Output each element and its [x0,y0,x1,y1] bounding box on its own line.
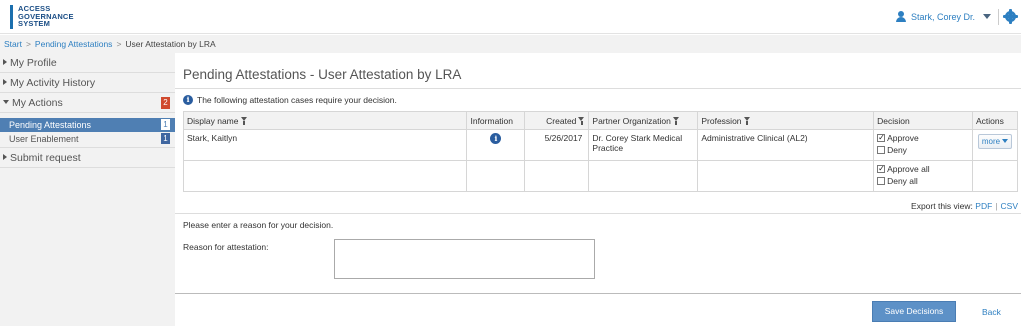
sidebar: My Profile My Activity History My Action… [0,53,175,326]
sidebar-item-label: Submit request [10,152,81,164]
export-label: Export this view: [911,201,973,211]
count-badge: 2 [161,97,170,109]
chevron-down-icon [1002,139,1009,143]
save-decisions-button[interactable]: Save Decisions [872,301,956,322]
sidebar-item-my-profile[interactable]: My Profile [0,53,175,73]
collapse-arrow-icon [3,100,9,104]
more-actions-label: more [981,137,1001,146]
column-header-display-name[interactable]: Display name [182,111,468,130]
breadcrumb-separator: > [25,39,31,49]
sidebar-item-label: My Profile [10,57,57,69]
export-separator: | [995,201,998,211]
info-icon: i [183,95,193,105]
table-header-row: Display name Information Created Partner… [182,111,1019,130]
breadcrumb-current: User Attestation by LRA [125,39,216,49]
sidebar-item-my-activity-history[interactable]: My Activity History [0,73,175,93]
app-logo[interactable]: ACCESS GOVERNANCE SYSTEM [10,5,74,29]
cell-decision: Approve Deny [873,129,973,161]
sidebar-item-label: Pending Attestations [9,120,92,130]
sidebar-item-submit-request[interactable]: Submit request [0,148,175,168]
cell-actions: more [971,129,1019,161]
column-header-profession[interactable]: Profession [697,111,875,130]
sidebar-item-my-actions[interactable]: My Actions 2 [0,93,175,113]
sidebar-item-label: User Enablement [9,134,79,144]
app-header: ACCESS GOVERNANCE SYSTEM Stark, Corey Dr… [0,0,1021,34]
user-name: Stark, Corey Dr. [910,11,975,22]
sidebar-item-label: My Activity History [10,77,96,89]
deny-all-option[interactable]: Deny all [877,175,969,187]
breadcrumb-start[interactable]: Start [4,39,22,49]
sidebar-item-pending-attestations[interactable]: Pending Attestations 1 [0,118,175,132]
sidebar-item-user-enablement[interactable]: User Enablement 1 [0,132,175,148]
cell-information: i [466,129,526,161]
cell-display-name: Stark, Kaitlyn [182,129,468,161]
info-icon[interactable]: i [490,133,502,144]
deny-all-label: Deny all [887,176,918,186]
approve-option[interactable]: Approve [877,132,969,144]
count-badge: 1 [161,119,170,130]
footer-divider [175,293,1021,294]
section-divider [175,213,1021,214]
column-header-decision: Decision [873,111,973,130]
user-icon [895,11,906,22]
column-header-information: Information [466,111,526,130]
approve-checkbox[interactable] [877,132,886,144]
info-message: i The following attestation cases requir… [183,95,397,105]
approve-all-option[interactable]: Approve all [877,163,969,175]
more-actions-button[interactable]: more [977,134,1013,149]
filter-icon[interactable] [743,116,751,125]
approve-label: Approve [887,133,919,143]
column-header-actions: Actions [971,111,1019,130]
breadcrumb-pending-attestations[interactable]: Pending Attestations [35,39,113,49]
table-row: Stark, Kaitlyn i 5/26/2017 Dr. Corey Sta… [182,129,1019,161]
export-links: Export this view: PDF | CSV [911,201,1018,211]
main-content: Pending Attestations - User Attestation … [175,53,1021,326]
filter-icon[interactable] [672,116,680,125]
back-link[interactable]: Back [982,307,1001,317]
page-title: Pending Attestations - User Attestation … [183,67,462,82]
user-menu[interactable]: Stark, Corey Dr. [895,11,991,22]
header-divider [998,9,999,25]
logo-line-3: SYSTEM [18,19,51,28]
filter-icon[interactable] [578,116,585,125]
sidebar-item-label: My Actions [12,97,63,109]
chevron-down-icon [983,14,991,19]
filter-icon[interactable] [240,116,248,125]
approve-all-checkbox[interactable] [877,163,886,175]
expand-arrow-icon [3,59,7,65]
cell-partner-organization: Dr. Corey Stark Medical Practice [588,129,699,161]
column-header-created[interactable]: Created [524,111,590,130]
count-badge: 1 [161,133,170,144]
cell-created: 5/26/2017 [524,129,590,161]
title-divider [175,88,1021,89]
breadcrumb: Start > Pending Attestations > User Attestat… [0,35,1021,53]
approve-all-label: Approve all [887,164,930,174]
reason-label: Reason for attestation: [183,242,269,252]
info-text: The following attestation cases require … [197,95,397,105]
deny-checkbox[interactable] [877,146,886,154]
breadcrumb-separator: > [116,39,122,49]
column-header-partner-organization[interactable]: Partner Organization [588,111,699,130]
export-csv-link[interactable]: CSV [1001,201,1018,211]
export-pdf-link[interactable]: PDF [975,201,992,211]
gear-icon[interactable] [1003,9,1018,24]
deny-option[interactable]: Deny [877,144,969,156]
reason-textarea[interactable] [334,239,595,279]
expand-arrow-icon [3,79,7,85]
cell-profession: Administrative Clinical (AL2) [697,129,875,161]
deny-all-checkbox[interactable] [877,177,886,185]
deny-label: Deny [887,145,907,155]
expand-arrow-icon [3,154,7,160]
reason-hint: Please enter a reason for your decision. [183,220,334,230]
attestation-table: Display name Information Created Partner… [182,111,1019,192]
cell-decision-all: Approve all Deny all [873,160,973,192]
table-footer-row: Approve all Deny all [182,160,1019,192]
